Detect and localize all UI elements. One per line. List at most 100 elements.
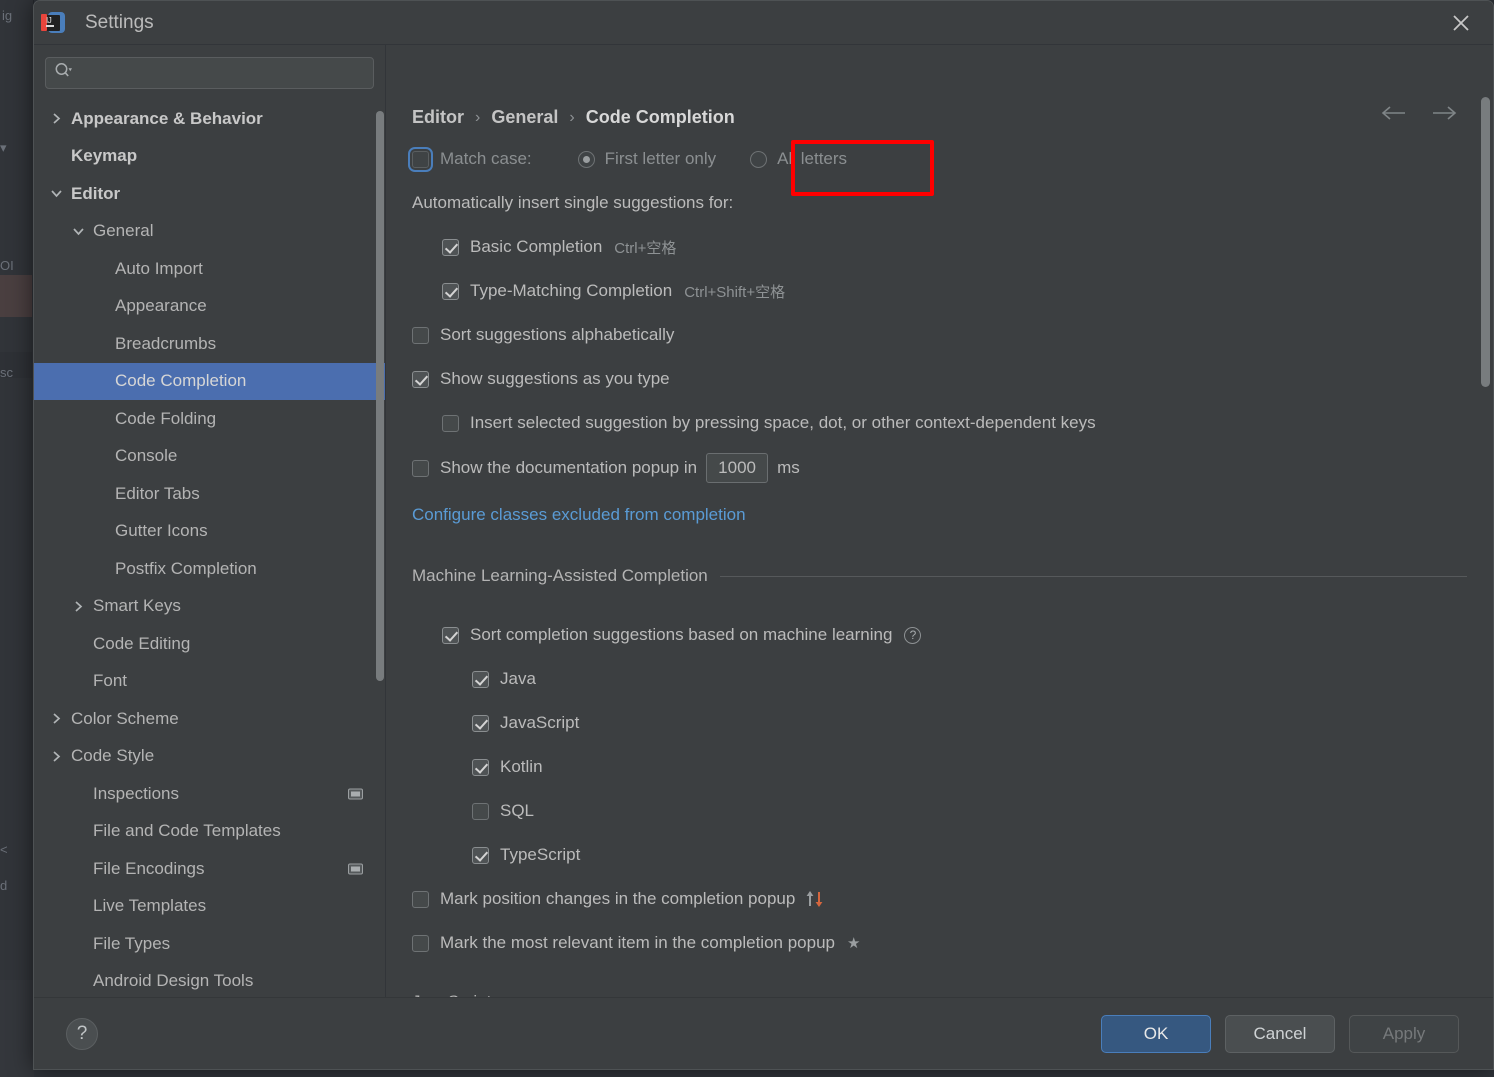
sidebar-item-inspections[interactable]: Inspections	[34, 775, 385, 813]
basic-completion-checkbox[interactable]	[442, 238, 459, 256]
ml-language-row[interactable]: TypeScript	[412, 833, 1493, 877]
doc-popup-row[interactable]: Show the documentation popup in ms	[412, 445, 1493, 491]
match-case-option-all-letters[interactable]: All letters	[750, 149, 847, 169]
ml-language-row[interactable]: Kotlin	[412, 745, 1493, 789]
js-section-header: JavaScript	[412, 965, 1493, 997]
sidebar-item-label: Postfix Completion	[115, 558, 257, 578]
ml-language-row[interactable]: SQL	[412, 789, 1493, 833]
sidebar-item-label: Code Completion	[115, 371, 247, 391]
apply-button[interactable]: Apply	[1349, 1014, 1459, 1053]
ml-section-title: Machine Learning-Assisted Completion	[412, 566, 708, 585]
sidebar-item-auto-import[interactable]: Auto Import	[34, 250, 385, 288]
doc-popup-checkbox[interactable]	[412, 459, 429, 477]
sidebar-item-label: Editor Tabs	[115, 483, 200, 503]
sidebar-scrollbar[interactable]	[375, 98, 385, 997]
arrow-right-icon[interactable]	[1431, 105, 1457, 126]
mark-position-row[interactable]: Mark position changes in the completion …	[412, 877, 1493, 921]
sidebar-item-code-completion[interactable]: Code Completion	[34, 362, 385, 400]
ml-language-row[interactable]: JavaScript	[412, 701, 1493, 745]
match-case-option-first-letter[interactable]: First letter only	[577, 149, 716, 169]
sidebar-item-editor[interactable]: Editor	[34, 175, 385, 213]
type-matching-completion-row[interactable]: Type-Matching Completion Ctrl+Shift+空格	[412, 269, 1493, 313]
ml-language-checkbox-kotlin[interactable]	[472, 758, 489, 776]
doc-popup-delay-input[interactable]	[706, 453, 769, 483]
sort-ml-checkbox[interactable]	[442, 626, 459, 644]
sidebar-item-live-templates[interactable]: Live Templates	[34, 888, 385, 926]
settings-tree[interactable]: Appearance & Behavior Keymap Editor General…	[34, 98, 385, 997]
backdrop-glyph: d	[0, 878, 8, 893]
sidebar-item-appearance[interactable]: Appearance	[34, 288, 385, 326]
match-case-checkbox[interactable]	[408, 146, 433, 172]
sidebar-item-appearance-behavior[interactable]: Appearance & Behavior	[34, 100, 385, 138]
sort-alphabetically-row[interactable]: Sort suggestions alphabetically	[412, 313, 1493, 357]
sidebar-item-general[interactable]: General	[34, 213, 385, 251]
ml-language-checkbox-javascript[interactable]	[472, 714, 489, 732]
sort-alphabetically-label: Sort suggestions alphabetically	[440, 325, 675, 344]
close-icon[interactable]	[1445, 7, 1477, 39]
sidebar-item-gutter-icons[interactable]: Gutter Icons	[34, 513, 385, 551]
sidebar-item-file-and-code-templates[interactable]: File and Code Templates	[34, 813, 385, 851]
sidebar-item-file-encodings[interactable]: File Encodings	[34, 850, 385, 888]
show-as-you-type-checkbox[interactable]	[412, 370, 429, 388]
chevron-right-icon[interactable]	[48, 112, 65, 125]
backdrop-glyph: ig	[2, 8, 13, 23]
sidebar-scrollbar-thumb[interactable]	[376, 111, 384, 681]
sidebar-item-editor-tabs[interactable]: Editor Tabs	[34, 475, 385, 513]
breadcrumb-item-editor[interactable]: Editor	[412, 107, 464, 128]
radio-all-letters[interactable]	[750, 150, 768, 168]
chevron-down-icon[interactable]	[70, 226, 87, 237]
help-circle-icon[interactable]: ?	[904, 626, 922, 644]
ok-button[interactable]: OK	[1101, 1014, 1211, 1053]
mark-relevant-row[interactable]: Mark the most relevant item in the compl…	[412, 921, 1493, 965]
sort-ml-label: Sort completion suggestions based on mac…	[470, 625, 893, 644]
radio-first-letter-only[interactable]	[577, 150, 595, 168]
match-case-row: Match case: First letter only All letter…	[408, 137, 1493, 181]
type-matching-completion-checkbox[interactable]	[442, 282, 459, 300]
sidebar-item-code-style[interactable]: Code Style	[34, 738, 385, 776]
sidebar-item-code-folding[interactable]: Code Folding	[34, 400, 385, 438]
sidebar-item-label: Keymap	[71, 146, 138, 166]
backdrop-tool-strip	[0, 0, 34, 1077]
sidebar-item-breadcrumbs[interactable]: Breadcrumbs	[34, 325, 385, 363]
sidebar-item-label: File Types	[93, 933, 171, 953]
arrow-left-icon[interactable]	[1381, 105, 1407, 126]
sidebar-item-postfix-completion[interactable]: Postfix Completion	[34, 550, 385, 588]
sidebar-item-code-editing[interactable]: Code Editing	[34, 625, 385, 663]
insert-selected-row[interactable]: Insert selected suggestion by pressing s…	[412, 401, 1493, 445]
cancel-button[interactable]: Cancel	[1225, 1014, 1335, 1053]
insert-selected-checkbox[interactable]	[442, 414, 459, 432]
breadcrumb-item-general[interactable]: General	[491, 107, 558, 128]
show-as-you-type-row[interactable]: Show suggestions as you type	[412, 357, 1493, 401]
sidebar-item-color-scheme[interactable]: Color Scheme	[34, 700, 385, 738]
chevron-right-icon[interactable]	[48, 750, 65, 763]
sidebar-item-font[interactable]: Font	[34, 663, 385, 701]
help-button[interactable]: ?	[66, 1017, 98, 1050]
ml-language-checkbox-java[interactable]	[472, 670, 489, 688]
ml-language-row[interactable]: Java	[412, 657, 1493, 701]
backdrop-glyph: sc	[0, 365, 13, 380]
ml-language-label: Java	[500, 669, 536, 688]
ml-language-checkbox-sql[interactable]	[472, 802, 489, 820]
sidebar-item-android-design-tools[interactable]: Android Design Tools	[34, 963, 385, 998]
search-box[interactable]	[45, 57, 374, 89]
breadcrumb: Editor › General › Code Completion	[412, 107, 735, 128]
chevron-down-icon[interactable]	[48, 188, 65, 199]
sidebar-item-file-types[interactable]: File Types	[34, 925, 385, 963]
sidebar-item-keymap[interactable]: Keymap	[34, 138, 385, 176]
content-scrollbar-thumb[interactable]	[1481, 97, 1490, 387]
configure-excluded-link[interactable]: Configure classes excluded from completi…	[412, 505, 746, 525]
chevron-right-icon[interactable]	[48, 712, 65, 725]
ml-language-checkbox-typescript[interactable]	[472, 846, 489, 864]
sidebar-item-label: Code Folding	[115, 408, 217, 428]
basic-completion-row[interactable]: Basic Completion Ctrl+空格	[412, 225, 1493, 269]
mark-position-checkbox[interactable]	[412, 890, 429, 908]
mark-relevant-checkbox[interactable]	[412, 934, 429, 952]
sort-alphabetically-checkbox[interactable]	[412, 326, 429, 344]
chevron-right-icon[interactable]	[70, 600, 87, 613]
sidebar-item-smart-keys[interactable]: Smart Keys	[34, 588, 385, 626]
mark-position-label: Mark position changes in the completion …	[440, 889, 796, 908]
sort-ml-row[interactable]: Sort completion suggestions based on mac…	[412, 613, 1493, 657]
search-input[interactable]	[77, 64, 365, 82]
backdrop-band	[0, 275, 32, 317]
sidebar-item-console[interactable]: Console	[34, 438, 385, 476]
